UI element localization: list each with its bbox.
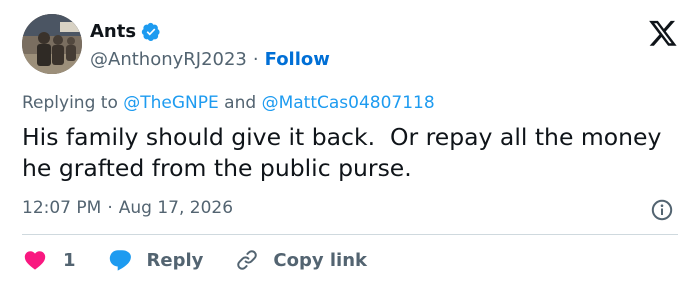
mention-thegnpe[interactable]: @TheGNPE	[123, 93, 219, 113]
author-display-name[interactable]: Ants	[90, 21, 136, 42]
link-icon	[237, 250, 258, 270]
tweet-time[interactable]: 12:07 PM	[22, 198, 101, 218]
tweet-timestamp[interactable]: 12:07 PM · Aug 17, 2026	[22, 198, 233, 218]
author-handle-row: @AnthonyRJ2023 · Follow	[90, 49, 330, 70]
replying-conjunction: and	[224, 93, 257, 113]
copy-link-button[interactable]: Copy link	[234, 248, 367, 272]
meta-separator: ·	[107, 198, 113, 218]
handle-separator: ·	[252, 49, 259, 70]
reply-button[interactable]: Reply	[107, 248, 204, 272]
tweet-date[interactable]: Aug 17, 2026	[119, 198, 233, 218]
reply-bubble-icon	[109, 250, 131, 271]
mention-mattcas[interactable]: @MattCas04807118	[262, 93, 435, 113]
avatar[interactable]	[22, 14, 82, 74]
heart-icon	[24, 251, 46, 270]
like-count: 1	[63, 249, 76, 271]
author-handle[interactable]: @AnthonyRJ2023	[90, 49, 247, 70]
action-bar: 1 Reply Copy link	[22, 246, 367, 274]
replying-prefix: Replying to	[22, 93, 118, 113]
tweet-text: His family should give it back. Or repay…	[22, 123, 669, 182]
info-icon[interactable]	[650, 198, 674, 222]
avatar-image	[22, 14, 82, 74]
divider	[22, 234, 678, 235]
replying-to-line: Replying to @TheGNPE and @MattCas0480711…	[22, 93, 435, 113]
like-button[interactable]: 1	[22, 248, 76, 272]
author-name-row: Ants	[90, 21, 161, 42]
x-logo-icon[interactable]	[648, 18, 678, 48]
follow-button[interactable]: Follow	[265, 49, 330, 70]
reply-label: Reply	[146, 249, 204, 271]
copy-link-label: Copy link	[273, 249, 367, 271]
verified-badge-icon	[141, 22, 161, 42]
